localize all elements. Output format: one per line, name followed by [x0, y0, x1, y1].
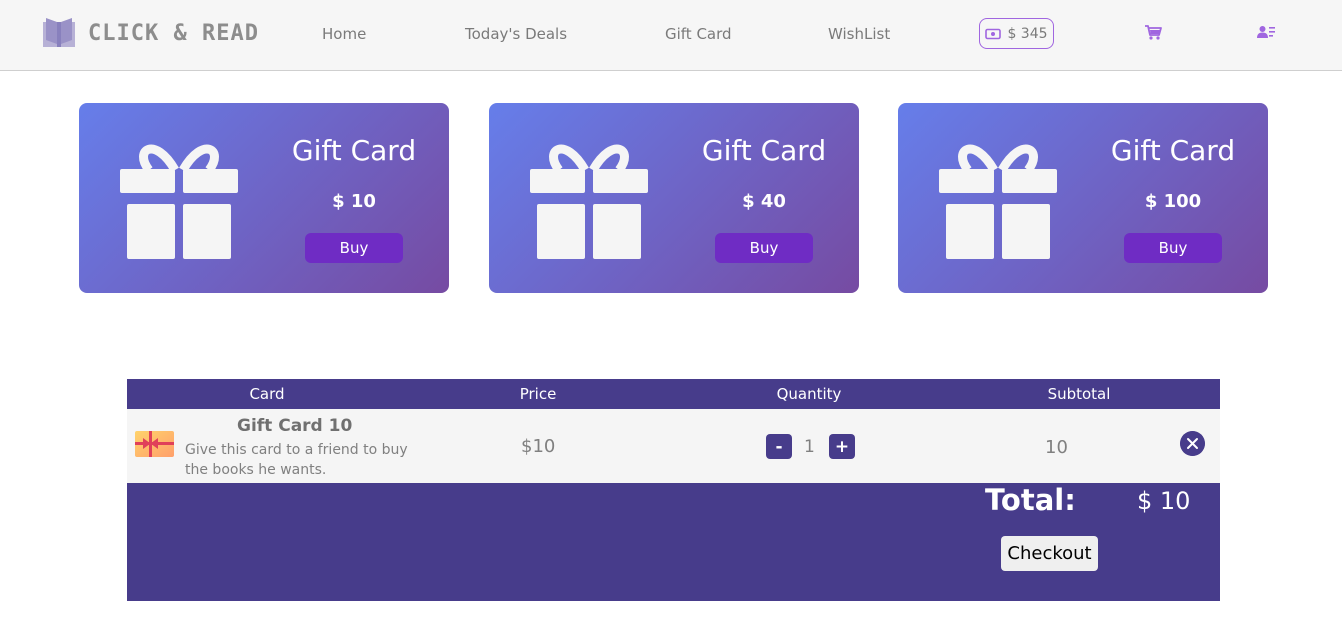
column-header-subtotal: Subtotal	[1047, 385, 1111, 403]
gift-card-10: Gift Card $ 10 Buy	[79, 103, 449, 293]
buy-button[interactable]: Buy	[1124, 233, 1222, 263]
cart-item-price: $10	[521, 436, 556, 457]
gift-card-price: $ 10	[332, 191, 376, 212]
money-icon	[985, 28, 1002, 39]
gift-card-title: Gift Card	[701, 134, 827, 167]
quantity-increase-button[interactable]: +	[829, 434, 855, 459]
gift-card-40: Gift Card $ 40 Buy	[489, 103, 859, 293]
quantity-decrease-button[interactable]: -	[766, 434, 792, 459]
book-icon	[43, 18, 75, 47]
gift-card-thumbnail	[135, 431, 174, 457]
checkout-button[interactable]: Checkout	[1001, 536, 1098, 571]
gift-card-title: Gift Card	[291, 134, 417, 167]
buy-button[interactable]: Buy	[715, 233, 813, 263]
balance-button[interactable]: $ 345	[979, 18, 1054, 49]
buy-button[interactable]: Buy	[305, 233, 403, 263]
column-header-card: Card	[249, 385, 285, 403]
total-label: Total:	[985, 483, 1076, 517]
column-header-quantity: Quantity	[776, 385, 842, 403]
gift-card-title: Gift Card	[1110, 134, 1236, 167]
quantity-value: 1	[804, 437, 815, 457]
close-icon[interactable]	[1180, 431, 1205, 456]
brand-logo[interactable]: CLICK & READ	[40, 16, 259, 50]
column-header-price: Price	[519, 385, 557, 403]
gift-card-price: $ 40	[742, 191, 786, 212]
top-header: CLICK & READ Home Today's Deals Gift Car…	[0, 0, 1342, 71]
brand-name: CLICK & READ	[88, 20, 259, 46]
gift-icon	[939, 144, 1057, 259]
gift-card-price: $ 100	[1144, 191, 1202, 212]
nav-home[interactable]: Home	[322, 25, 366, 43]
cart-icon[interactable]	[1143, 22, 1163, 42]
cart-table-header: Card Price Quantity Subtotal	[127, 379, 1220, 409]
gift-icon	[530, 144, 648, 259]
nav-todays-deals[interactable]: Today's Deals	[465, 25, 567, 43]
balance-amount: $ 345	[1007, 25, 1048, 42]
gift-icon	[120, 144, 238, 259]
user-card-icon[interactable]	[1256, 22, 1276, 42]
cart-item-title: Gift Card 10	[237, 416, 353, 436]
cart-row: Gift Card 10 Give this card to a friend …	[127, 409, 1220, 483]
cart-item-subtotal: 10	[1045, 437, 1068, 458]
nav-wishlist[interactable]: WishList	[828, 25, 890, 43]
cart-item-description: Give this card to a friend to buy the bo…	[185, 442, 408, 478]
cart-total-bar: Total: $ 10 Checkout	[127, 483, 1220, 601]
total-value: $ 10	[1137, 487, 1191, 515]
nav-gift-card[interactable]: Gift Card	[665, 25, 732, 43]
gift-card-100: Gift Card $ 100 Buy	[898, 103, 1268, 293]
